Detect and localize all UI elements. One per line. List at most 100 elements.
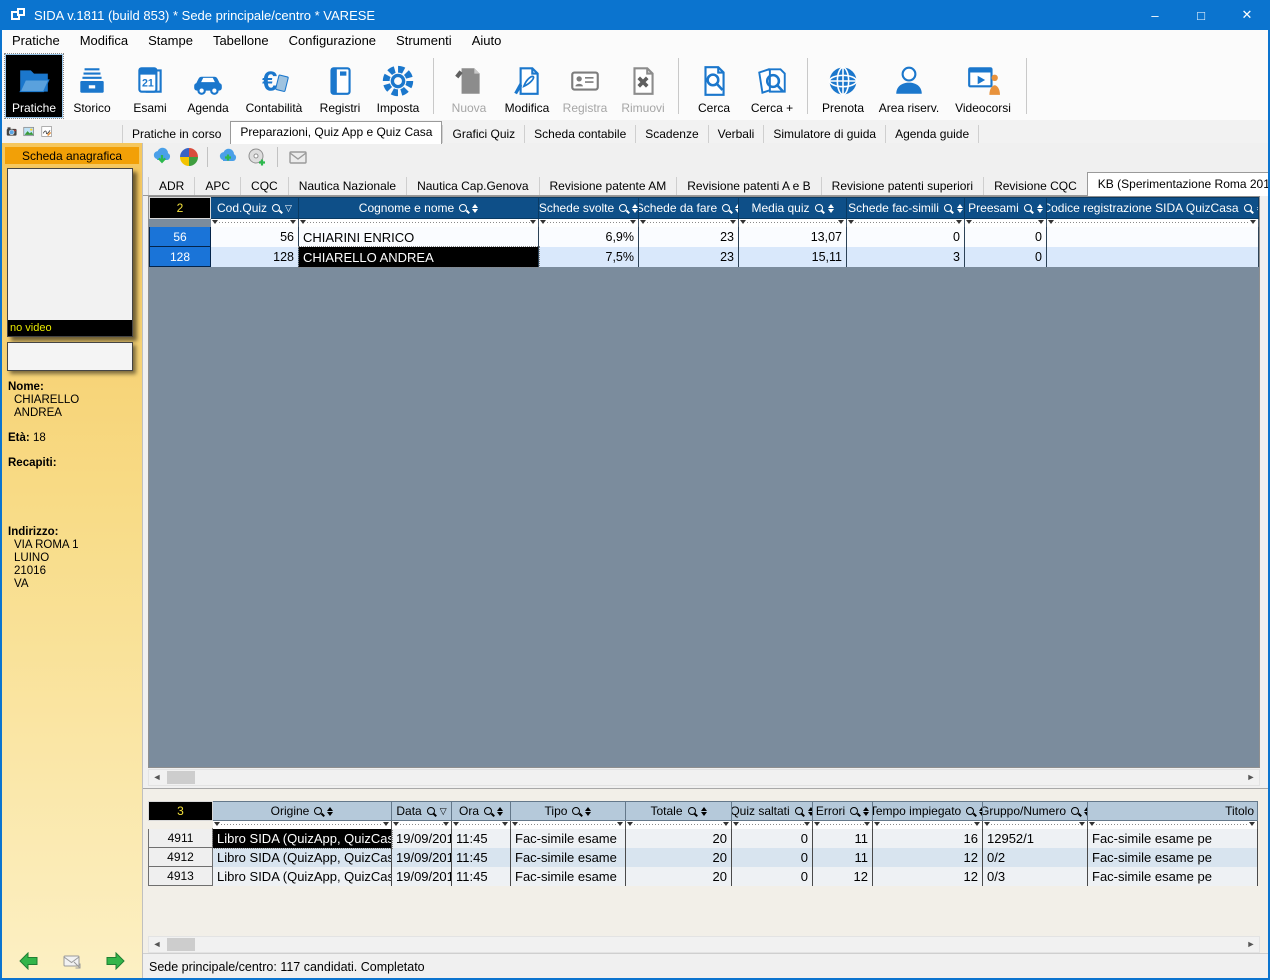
cell-quiz-saltati[interactable]: 0 — [732, 848, 813, 867]
toolbar-modifica-button[interactable]: Modifica — [498, 54, 556, 118]
cloud-download-icon[interactable] — [151, 147, 173, 167]
cell-schede-da-fare[interactable]: 23 — [639, 227, 739, 247]
search-icon[interactable] — [815, 204, 823, 212]
menu-stampe[interactable]: Stampe — [138, 30, 203, 51]
cell-data[interactable]: 19/09/2018 — [392, 848, 452, 867]
menu-pratiche[interactable]: Pratiche — [2, 30, 70, 51]
search-icon[interactable] — [722, 204, 730, 212]
column-header-cognome-nome[interactable]: Cognome e nome — [299, 197, 539, 219]
search-icon[interactable] — [314, 807, 322, 815]
sort-icon[interactable] — [701, 807, 707, 816]
picture-icon[interactable] — [23, 124, 34, 139]
toolbar-videocorsi-button[interactable]: Videocorsi — [946, 54, 1020, 118]
filter-icon[interactable]: ▽ — [285, 204, 292, 213]
row-header[interactable]: 128 — [149, 247, 211, 267]
column-header-errori[interactable]: Errori — [813, 801, 873, 821]
search-icon[interactable] — [688, 807, 696, 815]
search-icon[interactable] — [850, 807, 858, 815]
cell-cod-quiz[interactable]: 56 — [211, 227, 299, 247]
tab-scadenze[interactable]: Scadenze — [635, 125, 707, 143]
cell-codice-registrazione[interactable] — [1047, 247, 1259, 267]
filter-icon[interactable]: ▽ — [440, 807, 447, 816]
cell-errori[interactable]: 11 — [813, 848, 873, 867]
toolbar-esami-button[interactable]: 21 Esami — [121, 54, 179, 118]
cell-gruppo-numero[interactable]: 0/3 — [983, 867, 1088, 886]
sort-icon[interactable] — [497, 807, 503, 816]
cell-schede-fac-simili[interactable]: 0 — [847, 227, 965, 247]
cell-origine[interactable]: Libro SIDA (QuizApp, QuizCasa) — [213, 848, 392, 867]
filter-cell[interactable] — [211, 219, 299, 227]
column-header-media-quiz[interactable]: Media quiz — [739, 197, 847, 219]
signature-icon[interactable] — [41, 124, 52, 139]
cell-media-quiz[interactable]: 13,07 — [739, 227, 847, 247]
column-header-data[interactable]: Data ▽ — [392, 801, 452, 821]
cell-data[interactable]: 19/09/2018 — [392, 829, 452, 848]
quiz-stats-pie-icon[interactable] — [180, 148, 198, 166]
cell-schede-svolte[interactable]: 7,5% — [539, 247, 639, 267]
students-horizontal-scrollbar[interactable]: ◄ ► — [148, 769, 1260, 786]
cell-gruppo-numero[interactable]: 0/2 — [983, 848, 1088, 867]
search-icon[interactable] — [572, 807, 580, 815]
tab-revisione-patenti-superiori[interactable]: Revisione patenti superiori — [821, 177, 983, 195]
scroll-right-icon[interactable]: ► — [1243, 770, 1259, 785]
cell-ora[interactable]: 11:45 — [452, 829, 511, 848]
cell-origine[interactable]: Libro SIDA (QuizApp, QuizCasa) — [213, 867, 392, 886]
camera-icon[interactable] — [6, 124, 17, 139]
search-icon[interactable] — [619, 204, 627, 212]
column-header-schede-svolte[interactable]: Schede svolte — [539, 197, 639, 219]
column-header-totale[interactable]: Totale — [626, 801, 732, 821]
cell-errori[interactable]: 12 — [813, 867, 873, 886]
tab-grafici-quiz[interactable]: Grafici Quiz — [442, 125, 524, 143]
minimize-button[interactable]: – — [1132, 0, 1178, 30]
close-button[interactable]: ✕ — [1224, 0, 1270, 30]
table-row[interactable]: 4912 Libro SIDA (QuizApp, QuizCasa) 19/0… — [148, 848, 1258, 867]
sort-icon[interactable] — [585, 807, 591, 816]
column-header-ora[interactable]: Ora — [452, 801, 511, 821]
tab-kb-sperimentazione[interactable]: KB (Sperimentazione Roma 2018) — [1087, 172, 1270, 196]
search-icon[interactable] — [427, 807, 435, 815]
cell-tempo-impiegato[interactable]: 12 — [873, 848, 983, 867]
tab-revisione-patenti-a-b[interactable]: Revisione patenti A e B — [676, 177, 820, 195]
toolbar-storico-button[interactable]: Storico — [63, 54, 121, 118]
filter-cell[interactable] — [983, 821, 1088, 829]
tab-adr[interactable]: ADR — [148, 177, 194, 195]
scroll-left-icon[interactable]: ◄ — [149, 770, 165, 785]
cell-origine-selected[interactable]: Libro SIDA (QuizApp, QuizCasa) — [213, 829, 392, 848]
cell-tipo[interactable]: Fac-simile esame — [511, 867, 626, 886]
filter-cell[interactable] — [299, 219, 539, 227]
search-icon[interactable] — [944, 204, 952, 212]
filter-cell[interactable] — [813, 821, 873, 829]
tab-simulatore-di-guida[interactable]: Simulatore di guida — [763, 125, 885, 143]
column-header-schede-fac-simili[interactable]: Schede fac-simili — [847, 197, 965, 219]
sort-icon[interactable] — [632, 204, 638, 213]
row-header[interactable]: 4912 — [148, 848, 213, 867]
tab-nautica-nazionale[interactable]: Nautica Nazionale — [288, 177, 406, 195]
cell-totale[interactable]: 20 — [626, 829, 732, 848]
sort-icon[interactable] — [828, 204, 834, 213]
toolbar-cerca-plus-button[interactable]: Cerca + — [743, 54, 801, 118]
menu-strumenti[interactable]: Strumenti — [386, 30, 462, 51]
scrollbar-thumb[interactable] — [167, 938, 195, 951]
tab-nautica-cap-genova[interactable]: Nautica Cap.Genova — [406, 177, 538, 195]
sessions-horizontal-scrollbar[interactable]: ◄ ► — [148, 936, 1260, 953]
cell-tipo[interactable]: Fac-simile esame — [511, 848, 626, 867]
filter-cell[interactable] — [626, 821, 732, 829]
cell-tempo-impiegato[interactable]: 12 — [873, 867, 983, 886]
cell-titolo[interactable]: Fac-simile esame pe — [1088, 867, 1258, 886]
filter-cell[interactable] — [965, 219, 1047, 227]
row-header[interactable]: 4911 — [148, 829, 213, 848]
column-header-gruppo-numero[interactable]: Gruppo/Numero — [983, 801, 1088, 821]
table-row[interactable]: 4911 Libro SIDA (QuizApp, QuizCasa) 19/0… — [148, 829, 1258, 848]
toolbar-prenota-button[interactable]: Prenota — [814, 54, 872, 118]
menu-configurazione[interactable]: Configurazione — [279, 30, 386, 51]
column-header-codice-registrazione[interactable]: Codice registrazione SIDA QuizCasa — [1047, 197, 1259, 219]
filter-cell[interactable] — [392, 821, 452, 829]
cell-cognome-nome[interactable]: CHIARINI ENRICO — [299, 227, 539, 247]
search-icon[interactable] — [966, 807, 974, 815]
previous-student-arrow-icon[interactable] — [18, 952, 40, 970]
cell-ora[interactable]: 11:45 — [452, 867, 511, 886]
filter-cell[interactable] — [213, 821, 392, 829]
tab-revisione-cqc[interactable]: Revisione CQC — [983, 177, 1087, 195]
search-icon[interactable] — [459, 204, 467, 212]
cell-preesami[interactable]: 0 — [965, 247, 1047, 267]
